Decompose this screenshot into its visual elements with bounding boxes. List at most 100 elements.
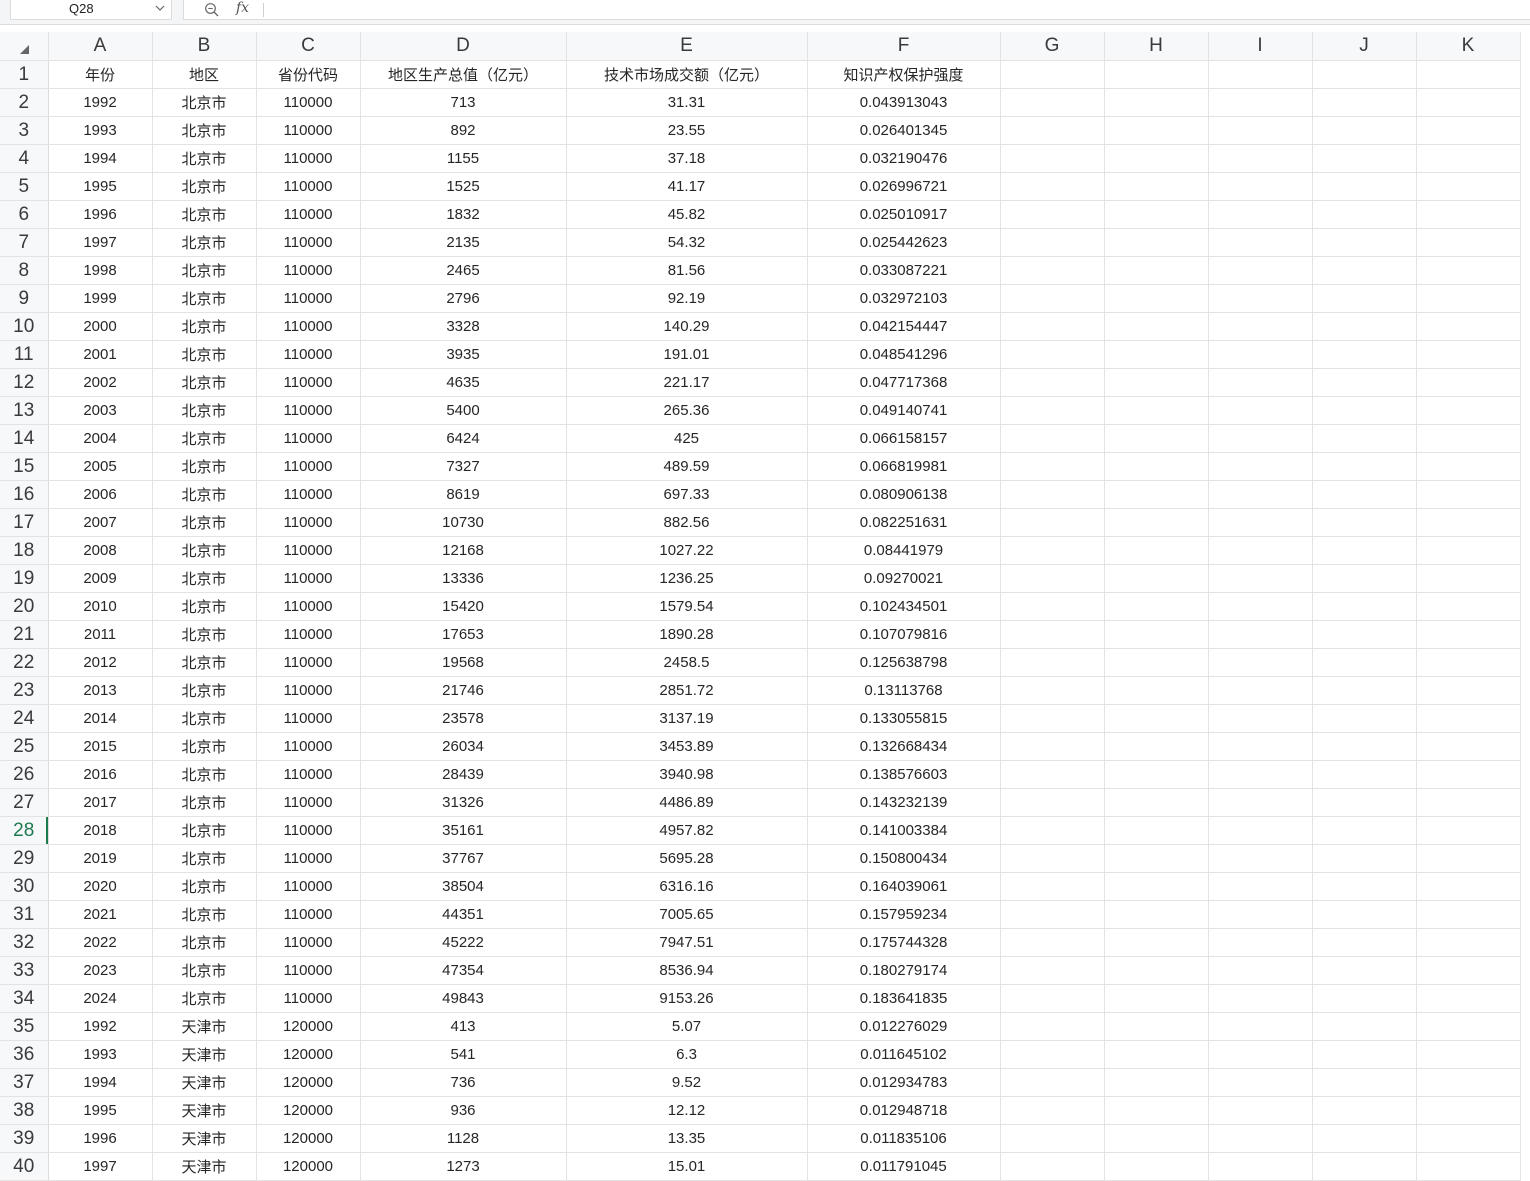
cell-j[interactable] xyxy=(1312,928,1417,957)
cell-j[interactable] xyxy=(1312,172,1417,201)
row-header[interactable]: 9 xyxy=(0,284,49,313)
cell-f[interactable]: 0.066158157 xyxy=(807,424,1001,453)
cell-b[interactable]: 北京市 xyxy=(152,396,257,425)
cell-j[interactable] xyxy=(1312,1040,1417,1069)
cell-a[interactable]: 2023 xyxy=(48,956,153,985)
cell-d[interactable]: 13336 xyxy=(360,564,567,593)
cell-c[interactable]: 110000 xyxy=(256,732,361,761)
row-header[interactable]: 5 xyxy=(0,172,49,201)
cell-c[interactable]: 110000 xyxy=(256,340,361,369)
cell-i[interactable] xyxy=(1208,1096,1313,1125)
row-header[interactable]: 18 xyxy=(0,536,49,565)
cell-e[interactable]: 9153.26 xyxy=(566,984,808,1013)
cell-i[interactable] xyxy=(1208,648,1313,677)
cell-k[interactable] xyxy=(1416,1152,1521,1181)
row-header[interactable]: 2 xyxy=(0,88,49,117)
cell-b[interactable]: 北京市 xyxy=(152,256,257,285)
cell-b[interactable]: 北京市 xyxy=(152,368,257,397)
cell-f[interactable]: 0.143232139 xyxy=(807,788,1001,817)
cell-c[interactable]: 110000 xyxy=(256,564,361,593)
cell-j[interactable] xyxy=(1312,1068,1417,1097)
cell-h[interactable] xyxy=(1104,284,1209,313)
cell-b[interactable]: 北京市 xyxy=(152,88,257,117)
cell-b[interactable]: 北京市 xyxy=(152,228,257,257)
cell-g[interactable] xyxy=(1000,564,1105,593)
row-header[interactable]: 36 xyxy=(0,1040,49,1069)
cell-a[interactable]: 2018 xyxy=(48,816,153,845)
cell-c[interactable]: 省份代码 xyxy=(256,60,361,89)
cell-g[interactable] xyxy=(1000,256,1105,285)
cell-h[interactable] xyxy=(1104,704,1209,733)
cell-h[interactable] xyxy=(1104,536,1209,565)
cell-e[interactable]: 5.07 xyxy=(566,1012,808,1041)
cell-d[interactable]: 地区生产总值（亿元） xyxy=(360,60,567,89)
cell-g[interactable] xyxy=(1000,1124,1105,1153)
cell-e[interactable]: 2458.5 xyxy=(566,648,808,677)
cell-e[interactable]: 6.3 xyxy=(566,1040,808,1069)
cell-b[interactable]: 北京市 xyxy=(152,424,257,453)
cell-c[interactable]: 120000 xyxy=(256,1040,361,1069)
cell-f[interactable]: 0.011645102 xyxy=(807,1040,1001,1069)
cell-f[interactable]: 0.157959234 xyxy=(807,900,1001,929)
cell-k[interactable] xyxy=(1416,984,1521,1013)
cell-f[interactable]: 0.164039061 xyxy=(807,872,1001,901)
cell-e[interactable]: 4486.89 xyxy=(566,788,808,817)
cell-k[interactable] xyxy=(1416,760,1521,789)
cell-j[interactable] xyxy=(1312,228,1417,257)
cell-j[interactable] xyxy=(1312,844,1417,873)
cell-e[interactable]: 489.59 xyxy=(566,452,808,481)
cell-h[interactable] xyxy=(1104,676,1209,705)
cell-f[interactable]: 0.141003384 xyxy=(807,816,1001,845)
cell-j[interactable] xyxy=(1312,676,1417,705)
cell-a[interactable]: 2002 xyxy=(48,368,153,397)
cell-h[interactable] xyxy=(1104,424,1209,453)
cell-f[interactable]: 0.09270021 xyxy=(807,564,1001,593)
cell-h[interactable] xyxy=(1104,648,1209,677)
cell-f[interactable]: 0.175744328 xyxy=(807,928,1001,957)
cell-d[interactable]: 1525 xyxy=(360,172,567,201)
cell-a[interactable]: 2021 xyxy=(48,900,153,929)
cell-k[interactable] xyxy=(1416,844,1521,873)
cell-j[interactable] xyxy=(1312,1124,1417,1153)
row-header[interactable]: 12 xyxy=(0,368,49,397)
cell-b[interactable]: 北京市 xyxy=(152,704,257,733)
cell-d[interactable]: 28439 xyxy=(360,760,567,789)
cell-k[interactable] xyxy=(1416,228,1521,257)
cell-a[interactable]: 2005 xyxy=(48,452,153,481)
cell-i[interactable] xyxy=(1208,480,1313,509)
cell-i[interactable] xyxy=(1208,144,1313,173)
cell-j[interactable] xyxy=(1312,732,1417,761)
cell-a[interactable]: 2003 xyxy=(48,396,153,425)
column-header-j[interactable]: J xyxy=(1312,32,1417,61)
cell-e[interactable]: 1890.28 xyxy=(566,620,808,649)
cell-e[interactable]: 54.32 xyxy=(566,228,808,257)
cell-h[interactable] xyxy=(1104,956,1209,985)
cell-f[interactable]: 0.082251631 xyxy=(807,508,1001,537)
cell-k[interactable] xyxy=(1416,172,1521,201)
cell-b[interactable]: 北京市 xyxy=(152,620,257,649)
cell-d[interactable]: 26034 xyxy=(360,732,567,761)
cell-d[interactable]: 1832 xyxy=(360,200,567,229)
cell-g[interactable] xyxy=(1000,60,1105,89)
cell-b[interactable]: 北京市 xyxy=(152,564,257,593)
cell-c[interactable]: 110000 xyxy=(256,396,361,425)
cell-d[interactable]: 31326 xyxy=(360,788,567,817)
row-header[interactable]: 39 xyxy=(0,1124,49,1153)
cell-i[interactable] xyxy=(1208,116,1313,145)
cell-e[interactable]: 1027.22 xyxy=(566,536,808,565)
cell-a[interactable]: 2020 xyxy=(48,872,153,901)
cell-d[interactable]: 541 xyxy=(360,1040,567,1069)
cell-c[interactable]: 110000 xyxy=(256,256,361,285)
cell-i[interactable] xyxy=(1208,60,1313,89)
cell-b[interactable]: 北京市 xyxy=(152,312,257,341)
cell-f[interactable]: 0.012934783 xyxy=(807,1068,1001,1097)
cell-c[interactable]: 110000 xyxy=(256,144,361,173)
row-header[interactable]: 4 xyxy=(0,144,49,173)
cell-j[interactable] xyxy=(1312,424,1417,453)
column-header-i[interactable]: I xyxy=(1208,32,1313,61)
cell-a[interactable]: 2004 xyxy=(48,424,153,453)
cell-k[interactable] xyxy=(1416,60,1521,89)
cell-h[interactable] xyxy=(1104,1124,1209,1153)
cell-i[interactable] xyxy=(1208,256,1313,285)
select-all-corner[interactable] xyxy=(0,32,49,61)
